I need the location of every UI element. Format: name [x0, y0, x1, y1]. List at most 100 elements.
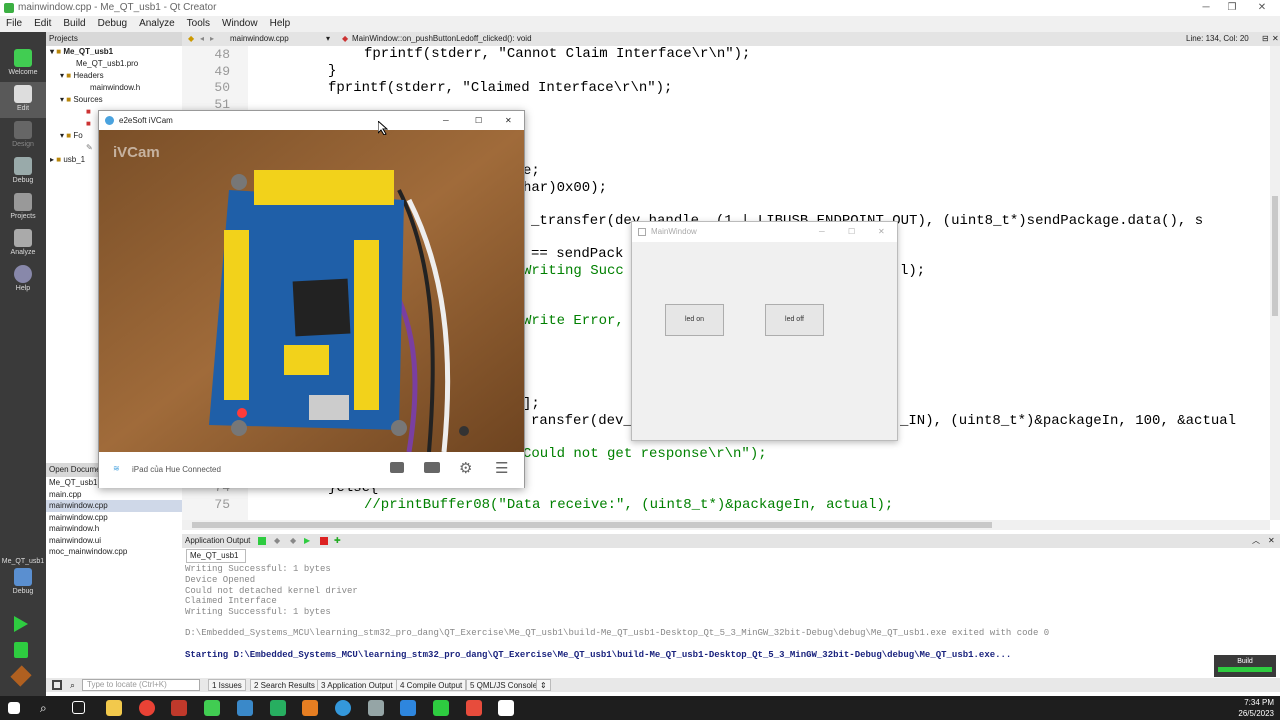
pane-search-results[interactable]: 2 Search Results [250, 679, 319, 691]
open-document-item[interactable]: main.cpp [46, 489, 182, 501]
open-document-item[interactable]: moc_mainwindow.cpp [46, 546, 182, 558]
mainwindow-titlebar[interactable]: MainWindow ─ ☐ ✕ [632, 222, 897, 242]
nav-next-icon[interactable]: ▸ [210, 32, 214, 46]
mode-design[interactable]: Design [0, 118, 46, 154]
mode-debug[interactable]: Debug [0, 154, 46, 190]
zalo-icon[interactable] [335, 700, 351, 716]
mode-projects[interactable]: Projects [0, 190, 46, 226]
menu-window[interactable]: Window [216, 16, 264, 32]
locate-input[interactable]: Type to locate (Ctrl+K) [82, 679, 200, 691]
chrome-icon[interactable] [139, 700, 155, 716]
mode-help[interactable]: Help [0, 262, 46, 298]
system-clock[interactable]: 7:34 PM 26/5/2023 [1238, 697, 1274, 719]
editor-horizontal-scrollbar[interactable] [182, 520, 1270, 530]
function-combo[interactable]: MainWindow::on_pushButtonLedoff_clicked(… [352, 32, 532, 46]
editor-file-combo[interactable]: mainwindow.cpp [230, 32, 289, 46]
debug-run-icon[interactable] [14, 642, 28, 658]
clock-time: 7:34 PM [1244, 698, 1274, 707]
app-icon[interactable] [270, 700, 286, 716]
kit-project: Me_QT_usb1 [1, 558, 45, 565]
code-line: har)0x00); [523, 180, 608, 196]
minimize-icon[interactable]: ─ [443, 111, 449, 130]
menu-build[interactable]: Build [57, 16, 91, 32]
open-document-item[interactable]: mainwindow.cpp [46, 512, 182, 524]
editor-toolbar: ◆ ◂ ▸ mainwindow.cpp ▾ ◆ MainWindow::on_… [182, 32, 1280, 46]
app-icon[interactable] [302, 700, 318, 716]
tree-project-root[interactable]: ▾ ■ Me_QT_usb1 [46, 46, 182, 58]
split-icon[interactable]: ⊟ [1262, 32, 1269, 46]
maximize-icon[interactable]: ☐ [848, 222, 855, 242]
editor-vertical-scrollbar[interactable] [1270, 46, 1280, 520]
attach-icon[interactable] [258, 537, 266, 545]
chevron-down-icon[interactable]: ▾ [326, 32, 330, 46]
open-document-item[interactable]: mainwindow.h [46, 523, 182, 535]
minimize-icon[interactable]: ─ [819, 222, 825, 242]
open-document-item[interactable]: mainwindow.ui [46, 535, 182, 547]
rerun-icon[interactable]: ▶ [304, 534, 310, 548]
menu-analyze[interactable]: Analyze [133, 16, 181, 32]
clear-icon[interactable]: ✚ [334, 534, 341, 548]
pane-qml-console[interactable]: 5 QML/JS Console [466, 679, 542, 691]
pane-issues[interactable]: 1 Issues [208, 679, 246, 691]
mainwindow-app[interactable]: MainWindow ─ ☐ ✕ led on led off [631, 221, 898, 441]
pane-application-output[interactable]: 3 Application Output [317, 679, 397, 691]
design-icon [14, 121, 32, 139]
media-player-icon[interactable] [171, 700, 187, 716]
prev-icon[interactable]: ◆ [274, 534, 280, 548]
qt-creator-icon[interactable] [204, 700, 220, 716]
video-icon[interactable] [424, 462, 440, 473]
kit-selector[interactable]: Me_QT_usb1 Debug [0, 554, 46, 600]
close-icon[interactable]: ✕ [1252, 0, 1272, 16]
tree-pro-file[interactable]: Me_QT_usb1.pro [46, 58, 182, 70]
close-icon[interactable]: ✕ [505, 111, 512, 130]
mode-analyze[interactable]: Analyze [0, 226, 46, 262]
led-off-button[interactable]: led off [765, 304, 824, 336]
app-icon[interactable] [368, 700, 384, 716]
close-icon[interactable]: ✕ [878, 222, 885, 242]
maximize-pane-icon[interactable]: ︿ [1252, 534, 1260, 548]
gear-icon[interactable]: ⚙ [459, 459, 472, 477]
maximize-icon[interactable]: ☐ [475, 111, 482, 130]
task-view-icon[interactable] [72, 701, 85, 714]
app-icon[interactable] [237, 700, 253, 716]
app-icon[interactable] [400, 700, 416, 716]
next-icon[interactable]: ◆ [290, 534, 296, 548]
open-document-item-selected[interactable]: mainwindow.cpp [46, 500, 182, 512]
nav-back-icon[interactable]: ◆ [188, 32, 194, 46]
nav-forward-icon[interactable]: ◂ [200, 32, 204, 46]
stop-icon[interactable] [320, 537, 328, 545]
restore-icon[interactable]: ❐ [1222, 0, 1242, 16]
mode-welcome[interactable]: Welcome [0, 46, 46, 82]
build-progress[interactable]: Build [1214, 655, 1276, 677]
tree-headers[interactable]: ▾ ■ Headers [46, 70, 182, 82]
build-hammer-icon[interactable] [10, 665, 32, 687]
led-on-button[interactable]: led on [665, 304, 724, 336]
minimize-icon[interactable]: ─ [1196, 0, 1216, 16]
app-icon[interactable] [498, 700, 514, 716]
menu-help[interactable]: Help [264, 16, 297, 32]
close-editor-icon[interactable]: ✕ [1272, 32, 1279, 46]
output-line: Device Opened [185, 575, 256, 585]
app-icon[interactable] [466, 700, 482, 716]
camera-icon[interactable] [390, 462, 404, 473]
menu-icon[interactable]: ☰ [495, 459, 508, 477]
file-explorer-icon[interactable] [106, 700, 122, 716]
menu-edit[interactable]: Edit [28, 16, 57, 32]
run-icon[interactable] [14, 616, 28, 632]
output-tab[interactable]: Me_QT_usb1 ✕ [186, 549, 246, 572]
tree-mainwindow-h[interactable]: mainwindow.h [46, 82, 182, 94]
tree-sources[interactable]: ▾ ■ Sources [46, 94, 182, 106]
app-icon[interactable] [433, 700, 449, 716]
menu-file[interactable]: File [0, 16, 28, 32]
close-pane-icon[interactable]: ✕ [1268, 534, 1275, 548]
search-icon[interactable]: ⌕ [40, 700, 56, 716]
more-panes-icon[interactable]: ⇕ [536, 679, 551, 691]
pane-compile-output[interactable]: 4 Compile Output [396, 679, 467, 691]
ivcam-window[interactable]: e2eSoft iVCam ─ ☐ ✕ iVCam ≋ iPad của Hue… [98, 110, 525, 488]
toggle-sidebar-icon[interactable] [52, 680, 62, 690]
ivcam-titlebar[interactable]: e2eSoft iVCam ─ ☐ ✕ [99, 111, 524, 130]
menu-tools[interactable]: Tools [181, 16, 216, 32]
windows-start-icon[interactable] [8, 702, 20, 714]
menu-debug[interactable]: Debug [92, 16, 133, 32]
mode-edit[interactable]: Edit [0, 82, 46, 118]
